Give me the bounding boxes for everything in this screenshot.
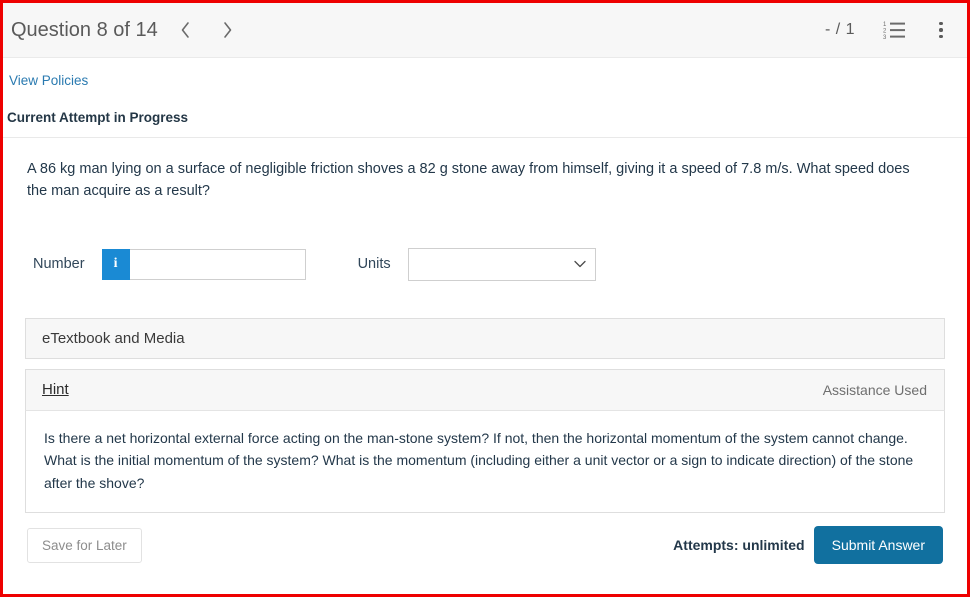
assistance-used-label: Assistance Used bbox=[822, 381, 927, 398]
chevron-right-icon[interactable] bbox=[220, 19, 236, 41]
score-display: - / 1 bbox=[824, 21, 855, 38]
attempt-status: Current Attempt in Progress bbox=[3, 90, 967, 138]
page-title: Question 8 of 14 bbox=[11, 18, 158, 41]
number-label: Number bbox=[33, 256, 85, 273]
dot bbox=[939, 21, 943, 26]
svg-text:1: 1 bbox=[883, 22, 887, 28]
question-body: A 86 kg man lying on a surface of neglig… bbox=[3, 138, 967, 594]
hint-text: Is there a net horizontal external force… bbox=[25, 409, 945, 514]
question-page-frame: Question 8 of 14 - / 1 1 2 3 View Polici… bbox=[0, 0, 970, 597]
resource-panels: eTextbook and Media Hint Assistance Used… bbox=[25, 317, 945, 514]
save-for-later-button[interactable]: Save for Later bbox=[27, 527, 142, 563]
units-label: Units bbox=[357, 256, 391, 273]
view-policies-link[interactable]: View Policies bbox=[9, 73, 88, 88]
number-input-group: i bbox=[101, 248, 306, 280]
svg-text:3: 3 bbox=[883, 35, 887, 41]
question-navigation bbox=[178, 19, 236, 41]
dot bbox=[939, 28, 943, 32]
submit-answer-button[interactable]: Submit Answer bbox=[813, 526, 943, 565]
etextbook-and-media-panel[interactable]: eTextbook and Media bbox=[25, 317, 945, 359]
dot bbox=[939, 34, 943, 39]
number-input[interactable] bbox=[129, 248, 306, 280]
answer-row: Number i Units bbox=[33, 247, 945, 281]
units-select[interactable] bbox=[407, 247, 596, 281]
question-footer: Save for Later Attempts: unlimited Submi… bbox=[25, 513, 945, 565]
svg-text:2: 2 bbox=[883, 29, 887, 35]
units-select-wrapper bbox=[407, 247, 596, 281]
question-text: A 86 kg man lying on a surface of neglig… bbox=[27, 161, 910, 200]
vertical-dots-icon[interactable] bbox=[931, 18, 951, 42]
question-header: Question 8 of 14 - / 1 1 2 3 bbox=[3, 3, 967, 58]
attempts-label: Attempts: unlimited bbox=[673, 537, 805, 554]
numbered-list-icon[interactable]: 1 2 3 bbox=[883, 18, 909, 42]
hint-panel-header: Hint Assistance Used bbox=[25, 368, 945, 410]
policies-row: View Policies bbox=[3, 58, 967, 90]
hint-link[interactable]: Hint bbox=[42, 381, 69, 398]
chevron-left-icon[interactable] bbox=[178, 19, 194, 41]
etextbook-label: eTextbook and Media bbox=[42, 329, 185, 347]
info-icon[interactable]: i bbox=[101, 248, 130, 280]
